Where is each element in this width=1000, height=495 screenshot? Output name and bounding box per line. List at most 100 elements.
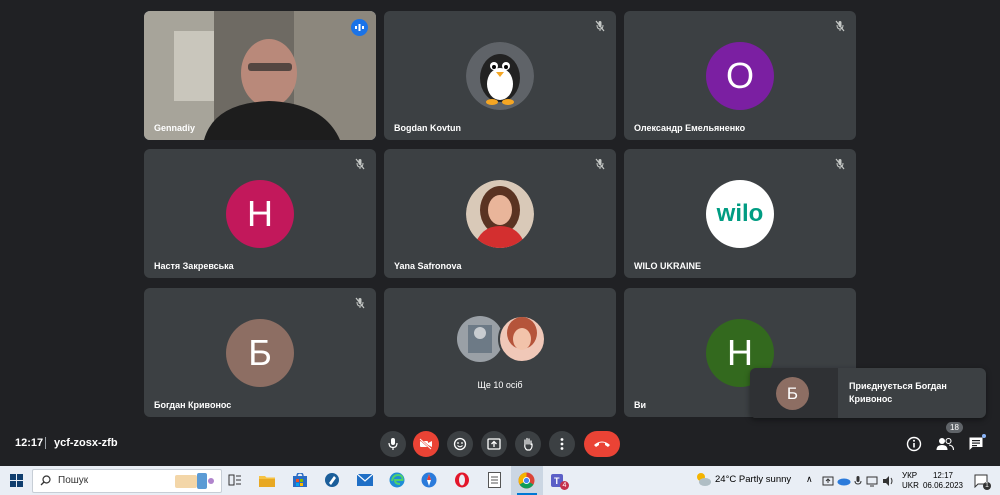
raise-hand-icon bbox=[524, 437, 533, 451]
search-highlight-icon bbox=[175, 473, 214, 489]
safari-button[interactable] bbox=[420, 471, 438, 489]
edge-button[interactable] bbox=[388, 471, 406, 489]
others-avatars bbox=[457, 315, 546, 363]
reactions-button[interactable] bbox=[447, 431, 473, 457]
speaking-indicator-icon bbox=[351, 19, 368, 36]
participant-tile-bogdan-kovtun[interactable]: Bogdan Kovtun bbox=[384, 11, 616, 140]
store-button[interactable] bbox=[291, 471, 309, 489]
video-feed bbox=[144, 11, 376, 140]
wilo-logo: wilo bbox=[706, 180, 774, 248]
present-icon bbox=[487, 438, 501, 450]
divider bbox=[45, 437, 46, 449]
store-icon bbox=[293, 473, 307, 487]
meet-window: Gennadiy Bogdan Kovtun О Олександр Емель… bbox=[0, 0, 1000, 466]
mic-off-icon bbox=[355, 297, 365, 309]
mic-off-icon bbox=[355, 158, 365, 170]
task-view-icon bbox=[228, 474, 241, 486]
camera-off-icon bbox=[419, 438, 432, 450]
pen-app-button[interactable] bbox=[323, 471, 341, 489]
partly-sunny-icon bbox=[697, 473, 711, 486]
penguin-avatar bbox=[466, 42, 534, 110]
chrome-taskbar-item[interactable] bbox=[511, 466, 543, 495]
more-options-icon bbox=[560, 438, 564, 450]
people-icon bbox=[936, 437, 954, 451]
edge-icon bbox=[389, 472, 405, 488]
weather-text: 24°C Partly sunny bbox=[715, 474, 792, 485]
end-call-button[interactable] bbox=[584, 431, 620, 457]
participant-name: Yana Safronova bbox=[394, 261, 462, 271]
file-explorer-button[interactable] bbox=[258, 471, 276, 489]
clock-time: 12:17 bbox=[932, 471, 954, 480]
mic-off-icon bbox=[595, 158, 605, 170]
task-view-button[interactable] bbox=[226, 471, 244, 489]
avatar: Б bbox=[226, 319, 294, 387]
search-placeholder: Пошук bbox=[58, 475, 89, 486]
notification-avatar: Б bbox=[776, 377, 809, 410]
mic-off-icon bbox=[595, 20, 605, 32]
mic-off-icon bbox=[835, 158, 845, 170]
mic-icon bbox=[388, 438, 398, 450]
participant-name: Ви bbox=[634, 400, 647, 410]
taskbar-search[interactable]: Пошук bbox=[32, 469, 222, 493]
raise-hand-button[interactable] bbox=[515, 431, 541, 457]
start-button[interactable] bbox=[7, 471, 25, 489]
people-count-badge: 18 bbox=[946, 422, 963, 433]
language-indicator[interactable]: УКР UKR bbox=[902, 471, 919, 491]
participant-tile-bogdan-kryvonos[interactable]: Б Богдан Кривонос bbox=[144, 288, 376, 417]
notepad-button[interactable] bbox=[485, 471, 503, 489]
meeting-time: 12:17 bbox=[15, 437, 44, 449]
end-call-icon bbox=[594, 441, 610, 447]
camera-toggle-button[interactable] bbox=[413, 431, 439, 457]
tray-overflow-icon[interactable]: ∧ bbox=[806, 474, 813, 485]
windows-taskbar: Пошук T 4 24°C Partly sunny ∧ УКР UKR 12… bbox=[0, 466, 1000, 495]
meeting-code: ycf-zosx-zfb bbox=[54, 437, 118, 449]
chrome-icon bbox=[518, 472, 535, 489]
teams-taskbar-item[interactable]: T 4 bbox=[545, 466, 573, 495]
join-notification: Б Приєднується Богдан Кривонос bbox=[750, 368, 986, 418]
people-button[interactable] bbox=[934, 433, 956, 455]
mic-off-icon bbox=[835, 20, 845, 32]
network-icon[interactable] bbox=[866, 475, 878, 487]
taskbar-clock[interactable]: 12:17 06.06.2023 bbox=[922, 471, 964, 491]
participant-name: Олександр Емельяненко bbox=[634, 123, 746, 133]
language-bottom: UKR bbox=[902, 481, 919, 490]
participant-tile-wilo[interactable]: wilo WILO UKRAINE bbox=[624, 149, 856, 278]
participant-tile-gennadiy[interactable]: Gennadiy bbox=[144, 11, 376, 140]
pen-app-icon bbox=[325, 473, 339, 487]
participant-tile-yana[interactable]: Yana Safronova bbox=[384, 149, 616, 278]
avatar: О bbox=[706, 42, 774, 110]
participant-tile-nastya[interactable]: Н Настя Закревська bbox=[144, 149, 376, 278]
meeting-details-button[interactable] bbox=[903, 433, 925, 455]
mic-button[interactable] bbox=[380, 431, 406, 457]
clock-date: 06.06.2023 bbox=[922, 481, 964, 490]
folder-icon bbox=[259, 475, 275, 487]
mail-icon bbox=[357, 474, 373, 486]
meet-present-icon[interactable] bbox=[822, 475, 834, 487]
opera-icon bbox=[455, 472, 469, 488]
unread-dot bbox=[982, 434, 986, 438]
onedrive-icon[interactable] bbox=[837, 476, 851, 486]
info-icon bbox=[906, 436, 922, 452]
notepad-icon bbox=[487, 472, 501, 488]
more-options-button[interactable] bbox=[549, 431, 575, 457]
others-tile[interactable]: Ще 10 осіб bbox=[384, 288, 616, 417]
participant-name: Gennadiy bbox=[154, 123, 196, 133]
tray-mic-icon[interactable] bbox=[854, 475, 862, 487]
participant-name: Настя Закревська bbox=[154, 261, 234, 271]
windows-logo-icon bbox=[9, 473, 23, 487]
notification-count: 1 bbox=[983, 482, 991, 490]
mail-button[interactable] bbox=[356, 471, 374, 489]
participant-name: Богдан Кривонос bbox=[154, 400, 232, 410]
chat-button[interactable] bbox=[965, 433, 987, 455]
participant-name: WILO UKRAINE bbox=[634, 261, 701, 271]
chat-icon bbox=[969, 437, 983, 450]
opera-button[interactable] bbox=[453, 471, 471, 489]
notification-text: Приєднується Богдан Кривонос bbox=[849, 381, 947, 404]
participant-tile-oleksandr[interactable]: О Олександр Емельяненко bbox=[624, 11, 856, 140]
participant-name: Bogdan Kovtun bbox=[394, 123, 461, 133]
present-button[interactable] bbox=[481, 431, 507, 457]
compass-icon bbox=[421, 472, 437, 488]
teams-badge: 4 bbox=[560, 481, 569, 490]
search-icon bbox=[40, 475, 51, 486]
volume-icon[interactable] bbox=[882, 475, 894, 487]
